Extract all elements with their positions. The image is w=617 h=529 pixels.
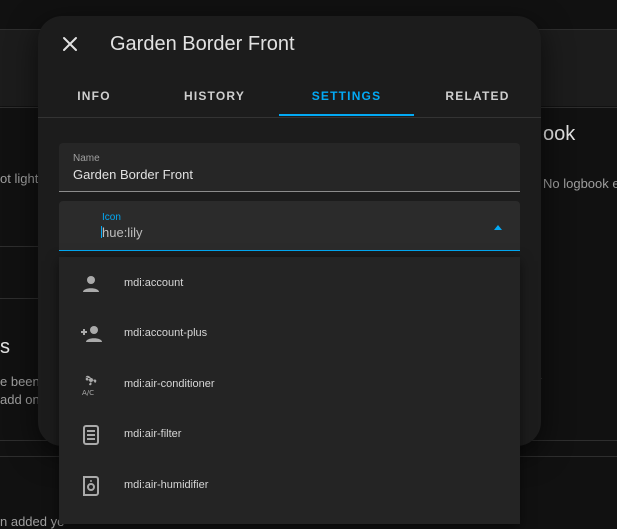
logbook-heading: ook bbox=[543, 123, 576, 145]
dialog-header: Garden Border Front bbox=[38, 16, 541, 74]
list-item-air-humidifier[interactable]: mdi:air-humidifier bbox=[59, 461, 520, 511]
dialog-title: Garden Border Front bbox=[110, 33, 295, 55]
icon-field-value: hue:lily bbox=[102, 225, 143, 240]
close-button[interactable] bbox=[58, 32, 82, 56]
name-field-label: Name bbox=[73, 153, 100, 164]
close-icon bbox=[63, 37, 77, 51]
tab-settings[interactable]: SETTINGS bbox=[279, 74, 414, 117]
list-item-air-filter[interactable]: mdi:air-filter bbox=[59, 410, 520, 460]
name-field-value: Garden Border Front bbox=[73, 167, 193, 182]
account-icon bbox=[83, 276, 99, 292]
account-plus-icon bbox=[81, 326, 102, 342]
name-field[interactable]: Name Garden Border Front bbox=[59, 143, 520, 192]
logbook-empty-text: No logbook e bbox=[543, 176, 617, 191]
list-item-label: mdi:air-filter bbox=[124, 428, 182, 440]
air-humidifier-icon bbox=[83, 476, 99, 496]
left-divider-1 bbox=[0, 246, 40, 247]
icon-field[interactable]: Icon hue:lily bbox=[59, 201, 520, 251]
active-tab-indicator bbox=[279, 114, 414, 116]
svg-text:A/C: A/C bbox=[82, 389, 94, 397]
left-text: ot light bbox=[0, 171, 39, 186]
air-filter-icon bbox=[83, 425, 99, 445]
list-item-account[interactable]: mdi:account bbox=[59, 259, 520, 309]
left-heading: s bbox=[0, 336, 10, 358]
left-text-2: e been bbox=[0, 374, 40, 389]
bottom-text: n added ye bbox=[0, 514, 65, 529]
list-item-label: mdi:air-conditioner bbox=[124, 378, 215, 390]
list-item-label: mdi:air-humidifier bbox=[124, 479, 209, 491]
left-divider-2 bbox=[0, 298, 40, 299]
tab-related[interactable]: RELATED bbox=[414, 74, 541, 117]
icon-suggestions-list: mdi:account mdi:account-plus A/C mdi:air… bbox=[59, 257, 520, 524]
list-item-label: mdi:account-plus bbox=[124, 327, 208, 339]
tab-bar: INFO HISTORY SETTINGS RELATED bbox=[38, 74, 541, 118]
list-item-label: mdi:account bbox=[124, 277, 184, 289]
dropdown-arrow-icon[interactable] bbox=[494, 225, 502, 230]
tab-history[interactable]: HISTORY bbox=[150, 74, 279, 117]
air-conditioner-icon: A/C bbox=[82, 375, 97, 397]
list-item-air-conditioner[interactable]: A/C mdi:air-conditioner bbox=[59, 360, 520, 410]
tab-info[interactable]: INFO bbox=[38, 74, 150, 117]
icon-field-label: Icon bbox=[102, 212, 121, 223]
list-item-account-plus[interactable]: mdi:account-plus bbox=[59, 309, 520, 359]
text-caret bbox=[101, 226, 102, 238]
